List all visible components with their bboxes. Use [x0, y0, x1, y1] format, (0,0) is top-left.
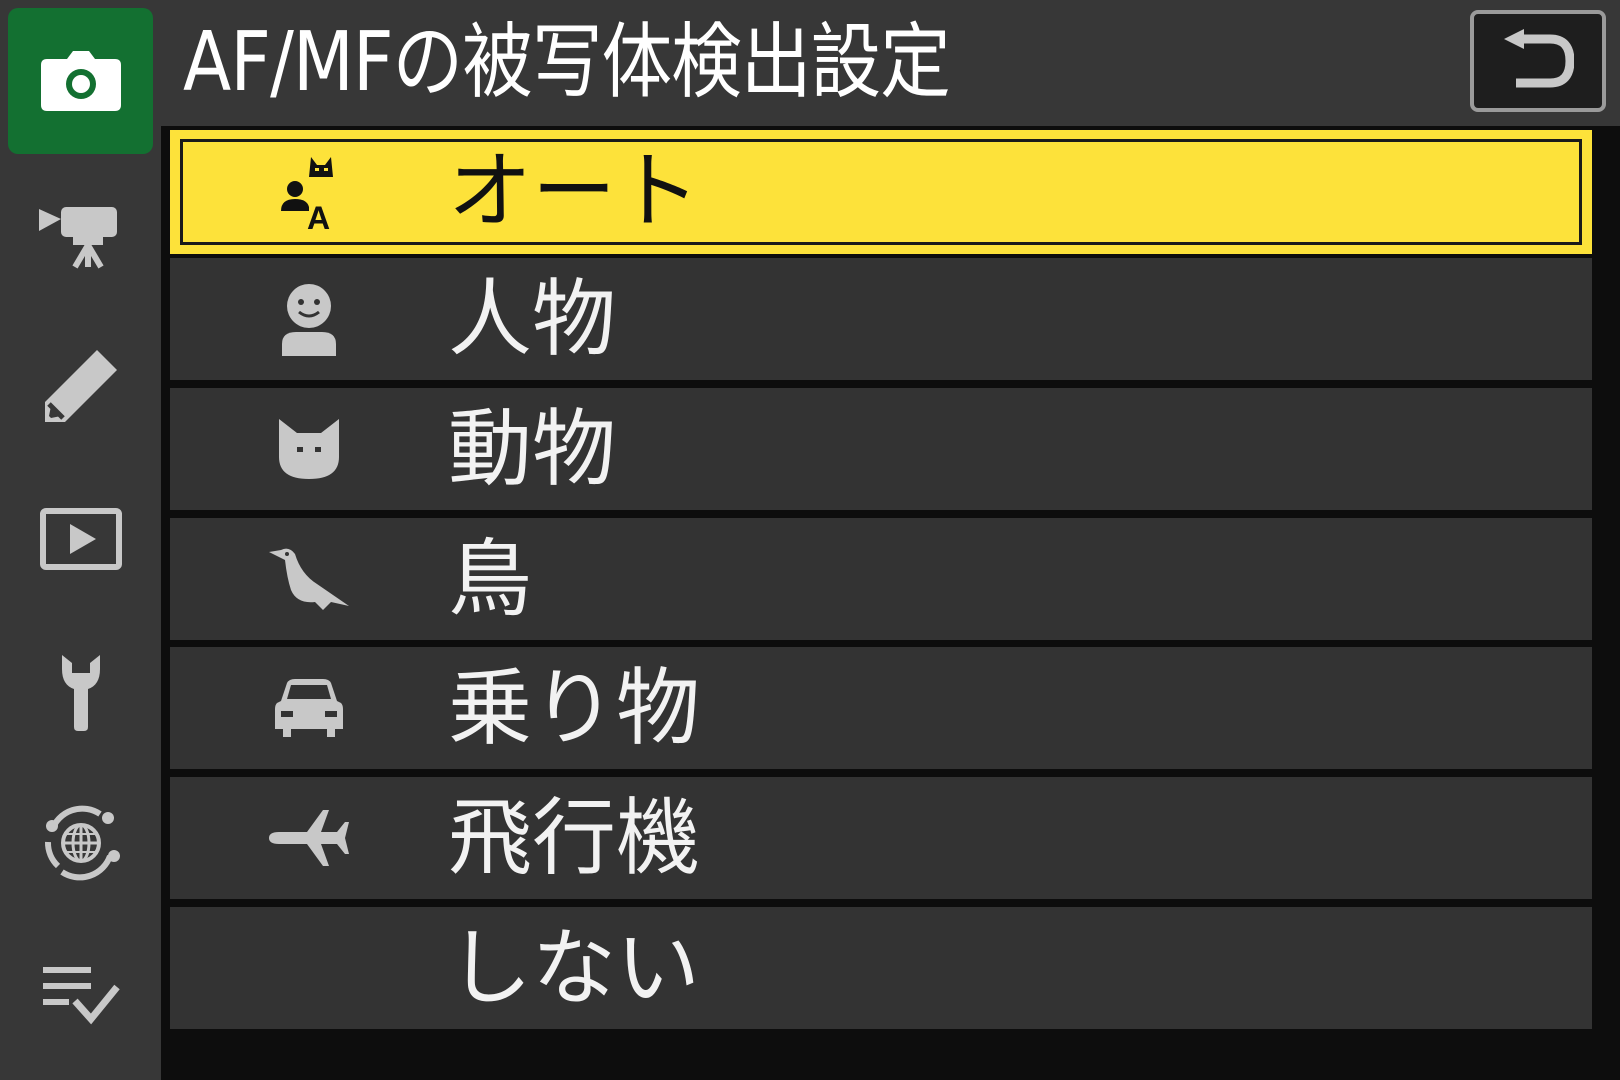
menu-item-bird[interactable]: 鳥: [170, 518, 1592, 640]
movie-camera-icon: [38, 207, 117, 269]
camera-icon: [40, 51, 121, 111]
camera-menu-screen: AF/MFの被写体検出設定 A オート 人物 動物 鳥 乗り物 飛行機 しない: [0, 0, 1620, 1080]
wrench-icon: [61, 655, 100, 731]
menu-item-label: オート: [448, 142, 701, 240]
menu-sidebar: [0, 0, 161, 1080]
menu-item-vehicle[interactable]: 乗り物: [170, 647, 1592, 769]
back-button[interactable]: [1470, 10, 1606, 112]
menu-item-off[interactable]: しない: [170, 907, 1592, 1029]
my-menu-checklist-icon: [42, 967, 120, 1025]
car-icon: [266, 665, 352, 751]
person-icon: [266, 276, 352, 362]
menu-item-person[interactable]: 人物: [170, 258, 1592, 380]
menu-item-label: 鳥: [448, 530, 533, 628]
network-globe-icon: [44, 805, 120, 881]
svg-text:A: A: [307, 200, 330, 231]
playback-icon: [39, 508, 122, 570]
menu-item-label: 動物: [448, 400, 617, 498]
sidebar-tab-custom-settings[interactable]: [8, 313, 153, 459]
pencil-icon: [44, 350, 117, 422]
menu-item-label: しない: [448, 919, 701, 1017]
return-arrow-icon: [1504, 29, 1574, 88]
sidebar-tab-photo-shooting[interactable]: [8, 8, 153, 154]
menu-item-airplane[interactable]: 飛行機: [170, 777, 1592, 899]
sidebar-tab-video-recording[interactable]: [8, 163, 153, 309]
sidebar-tab-network[interactable]: [8, 770, 153, 916]
page-header: AF/MFの被写体検出設定: [161, 0, 1620, 126]
page-title: AF/MFの被写体検出設定: [183, 15, 951, 110]
menu-item-label: 乗り物: [448, 659, 701, 757]
menu-item-auto[interactable]: A オート: [170, 130, 1592, 254]
sidebar-tab-playback[interactable]: [8, 466, 153, 612]
auto-subject-icon: A: [266, 148, 352, 234]
animal-icon: [266, 406, 352, 492]
menu-item-label: 人物: [448, 270, 617, 368]
menu-item-animal[interactable]: 動物: [170, 388, 1592, 510]
airplane-icon: [266, 795, 352, 881]
bird-icon: [266, 536, 352, 622]
sidebar-tab-setup[interactable]: [8, 618, 153, 764]
menu-item-label: 飛行機: [448, 789, 701, 887]
sidebar-tab-my-menu[interactable]: [8, 922, 153, 1068]
